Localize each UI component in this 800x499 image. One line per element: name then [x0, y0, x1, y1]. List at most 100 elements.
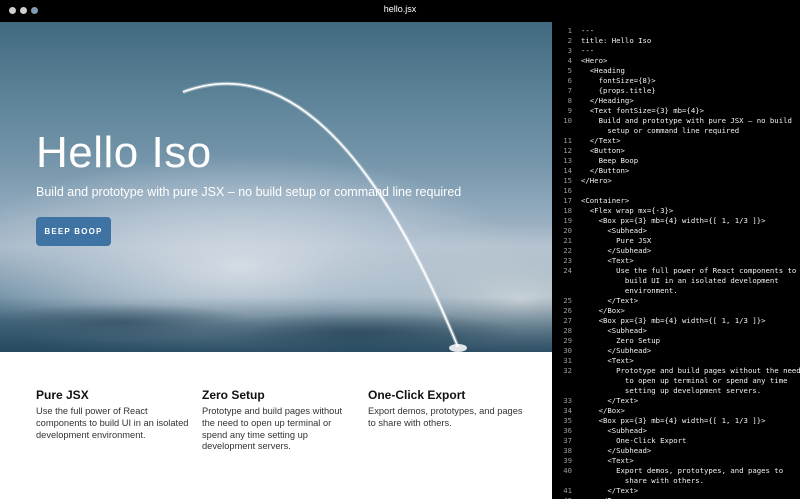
- code-line[interactable]: 32 Prototype and build pages without the…: [552, 366, 800, 376]
- code-line[interactable]: 22 </Subhead>: [552, 246, 800, 256]
- line-number: 28: [563, 326, 572, 335]
- code-editor[interactable]: 1 --- 2 title: Hello Iso 3 --- 4 <Hero> 5 <Headi…: [552, 22, 800, 499]
- code-text: <Heading: [581, 66, 625, 75]
- code-line[interactable]: environment.: [552, 286, 800, 296]
- code-line[interactable]: 23 <Text>: [552, 256, 800, 266]
- code-line[interactable]: 12 <Button>: [552, 146, 800, 156]
- line-number: 31: [563, 356, 572, 365]
- code-line[interactable]: 15 </Hero>: [552, 176, 800, 186]
- code-line[interactable]: 37 One-Click Export: [552, 436, 800, 446]
- code-line[interactable]: 33 </Text>: [552, 396, 800, 406]
- code-text: setup or command line required: [581, 126, 740, 135]
- code-text: <Container>: [581, 196, 630, 205]
- line-number: 3: [567, 46, 572, 55]
- line-number: 8: [567, 96, 572, 105]
- code-line[interactable]: 19 <Box px={3} mb={4} width={[ 1, 1/3 ]}…: [552, 216, 800, 226]
- code-text: <Box px={3} mb={4} width={[ 1, 1/3 ]}>: [581, 316, 766, 325]
- code-text: </Subhead>: [581, 246, 652, 255]
- line-number: 24: [563, 266, 572, 275]
- code-text: <Subhead>: [581, 326, 647, 335]
- code-line[interactable]: 1 ---: [552, 26, 800, 36]
- code-line[interactable]: setting up development servers.: [552, 386, 800, 396]
- code-line[interactable]: 36 <Subhead>: [552, 426, 800, 436]
- code-line[interactable]: 27 <Box px={3} mb={4} width={[ 1, 1/3 ]}…: [552, 316, 800, 326]
- code-text: <Hero>: [581, 56, 608, 65]
- line-number: 16: [563, 186, 572, 195]
- code-text: fontSize={8}>: [581, 76, 656, 85]
- code-line[interactable]: share with others.: [552, 476, 800, 486]
- code-line[interactable]: 31 <Text>: [552, 356, 800, 366]
- line-number: 18: [563, 206, 572, 215]
- code-text: Use the full power of React components t…: [581, 266, 797, 275]
- code-line[interactable]: 34 </Box>: [552, 406, 800, 416]
- code-text: <Flex wrap mx={-3}>: [581, 206, 674, 215]
- code-line[interactable]: 28 <Subhead>: [552, 326, 800, 336]
- feature-zero-setup: Zero Setup Prototype and build pages wit…: [202, 388, 352, 453]
- code-line[interactable]: 40 Export demos, prototypes, and pages t…: [552, 466, 800, 476]
- code-text: </Text>: [581, 296, 639, 305]
- line-number: 26: [563, 306, 572, 315]
- code-line[interactable]: 35 <Box px={3} mb={4} width={[ 1, 1/3 ]}…: [552, 416, 800, 426]
- code-line[interactable]: 4 <Hero>: [552, 56, 800, 66]
- code-text: Pure JSX: [581, 236, 652, 245]
- line-number: 12: [563, 146, 572, 155]
- code-line[interactable]: setup or command line required: [552, 126, 800, 136]
- code-text: ---: [581, 46, 595, 55]
- line-number: 32: [563, 366, 572, 375]
- code-line[interactable]: 18 <Flex wrap mx={-3}>: [552, 206, 800, 216]
- code-line[interactable]: 3 ---: [552, 46, 800, 56]
- code-line[interactable]: 8 </Heading>: [552, 96, 800, 106]
- line-number: 41: [563, 486, 572, 495]
- line-number: 6: [567, 76, 572, 85]
- code-text: </Subhead>: [581, 446, 652, 455]
- code-text: share with others.: [581, 476, 705, 485]
- code-text: {props.title}: [581, 86, 656, 95]
- code-text: environment.: [581, 286, 678, 295]
- code-line[interactable]: 24 Use the full power of React component…: [552, 266, 800, 276]
- line-number: 23: [563, 256, 572, 265]
- line-number: 10: [563, 116, 572, 125]
- line-number: 37: [563, 436, 572, 445]
- line-number: 25: [563, 296, 572, 305]
- code-line[interactable]: 10 Build and prototype with pure JSX – n…: [552, 116, 800, 126]
- code-line[interactable]: 16: [552, 186, 800, 196]
- code-line[interactable]: to open up terminal or spend any time: [552, 376, 800, 386]
- line-number: 36: [563, 426, 572, 435]
- code-text: <Subhead>: [581, 426, 647, 435]
- code-line[interactable]: 25 </Text>: [552, 296, 800, 306]
- code-line[interactable]: 5 <Heading: [552, 66, 800, 76]
- line-number: 40: [563, 466, 572, 475]
- code-line[interactable]: 20 <Subhead>: [552, 226, 800, 236]
- code-text: <Text>: [581, 456, 634, 465]
- code-line[interactable]: 17 <Container>: [552, 196, 800, 206]
- code-line[interactable]: 21 Pure JSX: [552, 236, 800, 246]
- code-text: build UI in an isolated development: [581, 276, 779, 285]
- window-titlebar: hello.jsx: [0, 0, 800, 22]
- code-text: </Box>: [581, 306, 625, 315]
- code-line[interactable]: 2 title: Hello Iso: [552, 36, 800, 46]
- code-line[interactable]: 13 Beep Boop: [552, 156, 800, 166]
- code-line[interactable]: 30 </Subhead>: [552, 346, 800, 356]
- code-line[interactable]: build UI in an isolated development: [552, 276, 800, 286]
- code-line[interactable]: 9 <Text fontSize={3} mb={4}>: [552, 106, 800, 116]
- code-text: Prototype and build pages without the ne…: [581, 366, 800, 375]
- code-text: to open up terminal or spend any time: [581, 376, 788, 385]
- code-text: </Button>: [581, 166, 630, 175]
- code-line[interactable]: 26 </Box>: [552, 306, 800, 316]
- code-text: <Text fontSize={3} mb={4}>: [581, 106, 705, 115]
- code-line[interactable]: 14 </Button>: [552, 166, 800, 176]
- line-number: 5: [567, 66, 572, 75]
- code-line[interactable]: 29 Zero Setup: [552, 336, 800, 346]
- line-number: 20: [563, 226, 572, 235]
- preview-pane[interactable]: Hello Iso Build and prototype with pure …: [0, 22, 552, 499]
- code-line[interactable]: 41 </Text>: [552, 486, 800, 496]
- code-text: Beep Boop: [581, 156, 639, 165]
- code-line[interactable]: 38 </Subhead>: [552, 446, 800, 456]
- code-line[interactable]: 39 <Text>: [552, 456, 800, 466]
- line-number: 39: [563, 456, 572, 465]
- line-number: 11: [563, 136, 572, 145]
- code-line[interactable]: 7 {props.title}: [552, 86, 800, 96]
- beep-boop-button[interactable]: BEEP BOOP: [36, 217, 111, 246]
- code-line[interactable]: 11 </Text>: [552, 136, 800, 146]
- code-line[interactable]: 6 fontSize={8}>: [552, 76, 800, 86]
